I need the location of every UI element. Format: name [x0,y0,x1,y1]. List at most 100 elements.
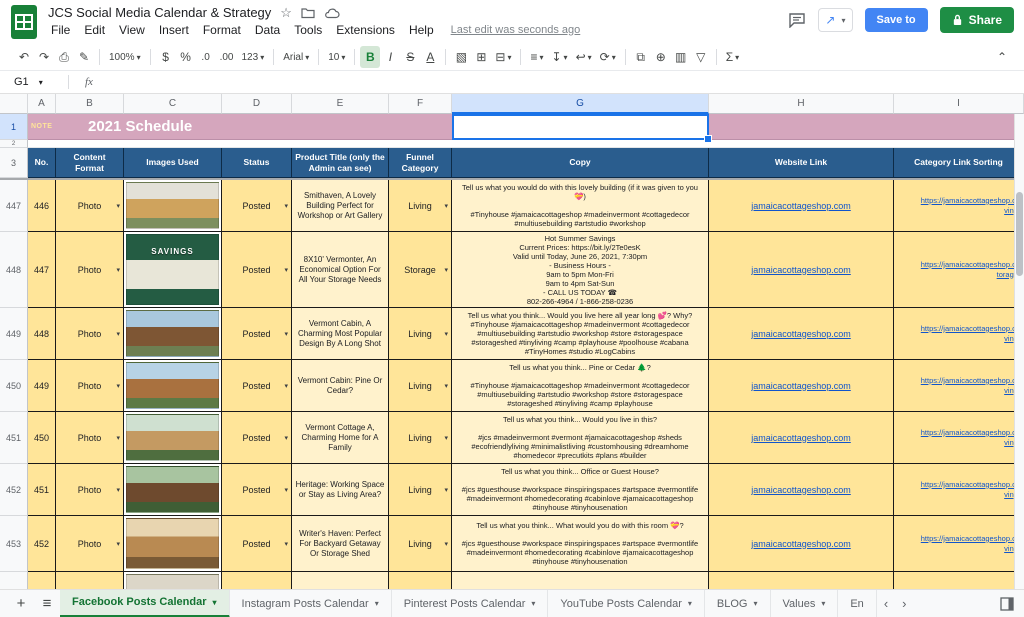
cell-no[interactable]: 452 [28,516,56,572]
cell-funnel-category[interactable]: Living ▾ [389,464,452,516]
undo-button[interactable]: ↶ [14,46,34,68]
category-link[interactable]: https://jamaicacottageshop.co ving/ [921,428,1020,448]
cell-status[interactable]: Posted ▾ [222,308,292,360]
dropdown-arrow-icon[interactable]: ▾ [284,330,288,338]
header-status[interactable]: Status [222,148,292,178]
chevron-down-icon[interactable]: ▾ [213,598,217,607]
cell-category-link[interactable]: https://jamaicacottageshop.co ving/ [894,360,1024,412]
cell-image[interactable] [124,180,222,232]
add-sheet-button[interactable]: + [8,590,34,617]
header-funnel-category[interactable]: Funnel Category [389,148,452,178]
header-product-title[interactable]: Product Title (only the Admin can see) [292,148,389,178]
category-link[interactable]: https://jamaicacottageshop.co ving/ [921,196,1020,216]
cell-product-title[interactable]: Vermont Cabin, A Charming Most Popular D… [292,308,389,360]
name-box[interactable]: G1 ▾ [0,76,62,88]
cell-content-format[interactable]: Photo ▾ [56,180,124,232]
cell-product-title[interactable]: Vermont Cottage A, Charming Home for A F… [292,412,389,464]
dropdown-arrow-icon[interactable]: ▾ [284,382,288,390]
column-header-b[interactable]: B [56,94,124,114]
chevron-down-icon[interactable]: ▾ [753,599,757,608]
dropdown-arrow-icon[interactable]: ▾ [284,540,288,548]
sheet-tab-5[interactable]: Values▾ [771,590,839,617]
font-size-select[interactable]: 10▾ [324,46,349,68]
cell-website-link[interactable]: jamaicacottageshop.com [709,360,894,412]
select-all-corner[interactable] [0,94,28,114]
cell-no[interactable]: 447 [28,232,56,308]
dropdown-arrow-icon[interactable]: ▾ [284,486,288,494]
merge-cells-button[interactable]: ⊟▾ [491,46,515,68]
cell-copy[interactable]: Tell us what you think... Would you live… [452,412,709,464]
cell-product-title[interactable]: 8X10' Vermonter, An Economical Option Fo… [292,232,389,308]
cell-website-link[interactable]: jamaicacottageshop.com [709,464,894,516]
column-header-e[interactable]: E [292,94,389,114]
column-header-d[interactable]: D [222,94,292,114]
row-number[interactable]: 452 [0,464,28,516]
row-number[interactable]: 447 [0,180,28,232]
dropdown-arrow-icon[interactable]: ▾ [444,486,448,494]
category-link[interactable]: https://jamaicacottageshop.co torage/ [921,260,1020,280]
functions-button[interactable]: Σ▾ [722,46,743,68]
cell-funnel-category[interactable]: Living ▾ [389,412,452,464]
website-link[interactable]: jamaicacottageshop.com [751,433,851,443]
website-link[interactable]: jamaicacottageshop.com [751,539,851,549]
cell-category-link[interactable]: https://jamaicacottageshop.co ving/ [894,464,1024,516]
category-link[interactable]: https://jamaicacottageshop.co ving/ [921,324,1020,344]
cell-website-link[interactable]: jamaicacottageshop.com [709,412,894,464]
cell-image[interactable] [124,360,222,412]
dropdown-arrow-icon[interactable]: ▾ [444,330,448,338]
cell-website-link[interactable]: jamaicacottageshop.com [709,180,894,232]
cloud-saved-icon[interactable] [324,7,340,19]
create-filter-button[interactable]: ▽ [691,46,711,68]
row-number[interactable]: 451 [0,412,28,464]
category-link[interactable]: https://jamaicacottageshop.co ving/ [921,534,1020,554]
cell-content-format[interactable]: Photo ▾ [56,232,124,308]
selected-cell-g1[interactable] [452,114,709,140]
header-content-format[interactable]: Content Format [56,148,124,178]
cell-content-format[interactable]: Photo ▾ [56,464,124,516]
dropdown-arrow-icon[interactable]: ▾ [444,540,448,548]
insert-link-button[interactable]: ⧉ [631,46,651,68]
dropdown-arrow-icon[interactable]: ▾ [444,382,448,390]
header-category-link-sorting[interactable]: Category Link Sorting [894,148,1024,178]
sheets-logo-icon[interactable] [11,5,37,44]
website-link[interactable]: jamaicacottageshop.com [751,265,851,275]
cell-funnel-category[interactable]: Living ▾ [389,180,452,232]
cell-category-link[interactable]: https://jamaicacottageshop.co ving/ [894,412,1024,464]
borders-button[interactable]: ⊞ [471,46,491,68]
sheet-tab-4[interactable]: BLOG▾ [705,590,771,617]
cell-funnel-category[interactable]: Living ▾ [389,360,452,412]
cell-copy[interactable]: Hot Summer Savings Current Prices: https… [452,232,709,308]
paint-format-button[interactable]: ✎ [74,46,94,68]
share-button[interactable]: Share [940,7,1014,33]
header-copy[interactable]: Copy [452,148,709,178]
chevron-down-icon[interactable]: ▾ [531,599,535,608]
cell-image[interactable] [124,572,222,589]
cell-no[interactable]: 451 [28,464,56,516]
text-rotation-button[interactable]: ⟳▾ [596,46,620,68]
row-number[interactable]: 450 [0,360,28,412]
cell-copy[interactable]: Tell us what you think... Pine or Cedar … [452,360,709,412]
dropdown-arrow-icon[interactable]: ▾ [116,434,120,442]
row-number-3[interactable]: 3 [0,148,28,178]
sheet-tab-6[interactable]: En [838,590,876,617]
cell-copy[interactable]: Tell us what you think... What features … [452,572,709,589]
zoom-select[interactable]: 100%▾ [105,46,145,68]
cell-image[interactable] [124,308,222,360]
row-number-1[interactable]: 1 [0,114,28,140]
cell-website-link[interactable]: jamaicacottageshop.com [709,516,894,572]
cell-content-format[interactable]: Photo ▾ [56,412,124,464]
cell-product-title[interactable]: Writer's Haven: Perfect For Backyard Get… [292,516,389,572]
dropdown-arrow-icon[interactable]: ▾ [116,486,120,494]
cell-funnel-category[interactable]: Living ▾ [389,308,452,360]
italic-button[interactable]: I [380,46,400,68]
tab-scroll-left[interactable]: ‹ [877,596,895,611]
cell-copy[interactable]: Tell us what you think... Office or Gues… [452,464,709,516]
chevron-down-icon[interactable]: ▾ [688,599,692,608]
cell-website-link[interactable]: jamaicacottageshop.com [709,572,894,589]
currency-format-button[interactable]: $ [156,46,176,68]
text-wrap-button[interactable]: ↩▾ [572,46,596,68]
website-link[interactable]: jamaicacottageshop.com [751,381,851,391]
header-no[interactable]: No. [28,148,56,178]
cell-no[interactable]: 449 [28,360,56,412]
cell-image[interactable] [124,412,222,464]
